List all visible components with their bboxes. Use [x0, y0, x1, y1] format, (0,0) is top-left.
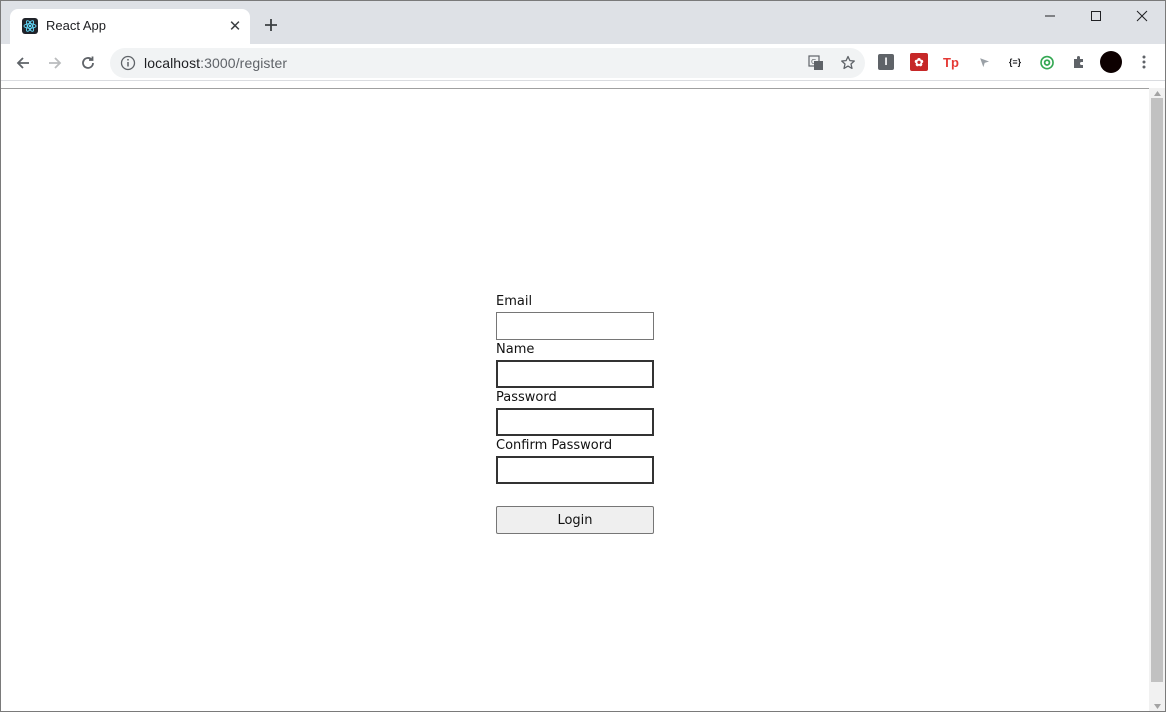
close-icon [1136, 10, 1148, 22]
password-label: Password [496, 390, 557, 405]
minimize-icon [1045, 15, 1055, 17]
browser-window: React App ✕ localhost:3000/register G I … [0, 0, 1166, 712]
arrow-left-icon [16, 57, 29, 69]
forward-button[interactable] [42, 50, 68, 76]
close-window-button[interactable] [1119, 1, 1165, 31]
extensions-puzzle-icon[interactable] [1070, 53, 1088, 71]
page-viewport: Email Name Password Confirm Password Log… [1, 88, 1149, 711]
tab-strip: React App ✕ [1, 1, 1165, 44]
svg-text:G: G [811, 58, 816, 66]
star-icon[interactable] [839, 54, 857, 72]
address-bar[interactable]: localhost:3000/register G [110, 48, 865, 78]
more-menu-icon[interactable] [1135, 53, 1153, 71]
ext-red-icon[interactable]: ✿ [910, 53, 928, 71]
vertical-scrollbar[interactable] [1149, 88, 1165, 711]
name-field[interactable] [496, 360, 654, 388]
scroll-down-arrow-icon[interactable] [1149, 701, 1165, 711]
ext-json-icon[interactable]: {≡} [1006, 53, 1024, 71]
profile-avatar[interactable] [1100, 51, 1122, 73]
confirm-password-field[interactable] [496, 456, 654, 484]
maximize-button[interactable] [1073, 1, 1119, 31]
ext-ring-icon[interactable]: ◎ [1038, 52, 1056, 71]
url-path: :3000/register [200, 55, 288, 71]
scrollbar-thumb[interactable] [1151, 98, 1163, 682]
reload-button[interactable] [75, 50, 101, 76]
ext-tp-icon[interactable]: Tp [942, 53, 960, 71]
tab-react-app[interactable]: React App ✕ [10, 9, 250, 44]
back-button[interactable] [10, 50, 36, 76]
password-field[interactable] [496, 408, 654, 436]
email-field[interactable] [496, 312, 654, 340]
ext-cursor-icon[interactable]: ➤ [970, 49, 995, 74]
login-button[interactable]: Login [496, 506, 654, 534]
url-text: localhost:3000/register [144, 55, 287, 71]
email-label: Email [496, 294, 533, 309]
react-logo-icon [22, 18, 38, 34]
register-form: Email Name Password Confirm Password Log… [496, 292, 656, 534]
maximize-icon [1091, 11, 1101, 21]
ext-i-icon[interactable]: I [878, 54, 894, 70]
new-tab-button[interactable] [260, 14, 282, 36]
url-host: localhost [144, 55, 201, 71]
scroll-up-arrow-icon[interactable] [1149, 88, 1165, 98]
tab-title: React App [46, 18, 106, 33]
reload-icon [82, 56, 94, 69]
info-icon[interactable] [120, 55, 136, 71]
confirm-password-label: Confirm Password [496, 438, 613, 453]
translate-icon[interactable]: G [807, 54, 825, 72]
minimize-button[interactable] [1027, 1, 1073, 31]
browser-toolbar: localhost:3000/register G I ✿ Tp ➤ {≡} ◎ [1, 44, 1165, 81]
name-label: Name [496, 342, 535, 357]
tab-close-icon[interactable]: ✕ [226, 17, 244, 35]
arrow-right-icon [49, 57, 62, 69]
plus-icon [265, 19, 277, 31]
